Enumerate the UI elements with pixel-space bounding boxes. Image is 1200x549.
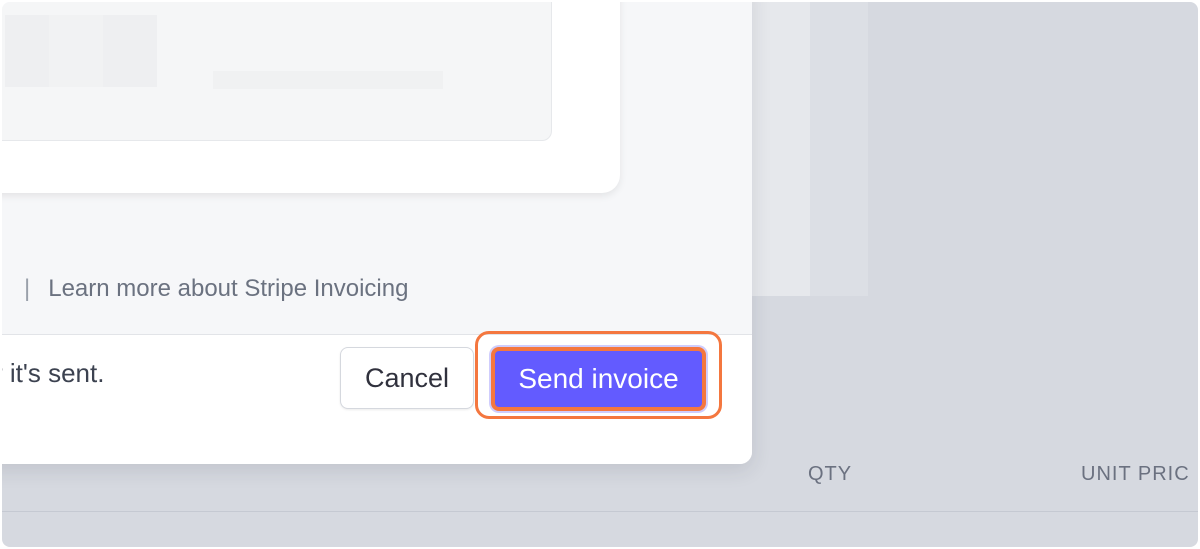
preview-placeholder — [5, 15, 49, 87]
table-divider — [2, 511, 1198, 512]
background-panel-shade — [810, 2, 868, 296]
modal-footer-links: | Learn more about Stripe Invoicing — [24, 275, 408, 303]
preview-placeholder — [49, 15, 103, 87]
invoice-preview-card — [2, 2, 620, 193]
send-note-text: r it's sent. — [2, 358, 105, 388]
table-header-qty: QTY — [808, 463, 853, 485]
link-separator: | — [24, 275, 31, 302]
background-panel — [748, 2, 812, 296]
cancel-button[interactable]: Cancel — [340, 347, 474, 409]
learn-more-stripe-invoicing-link[interactable]: Learn more about Stripe Invoicing — [48, 275, 408, 302]
app-window: QTY UNIT PRIC | Learn more about Stripe I… — [2, 2, 1198, 547]
invoice-preview-content — [2, 2, 552, 141]
preview-placeholder — [103, 15, 157, 87]
send-invoice-button[interactable]: Send invoice — [491, 347, 706, 411]
table-header-unit-price: UNIT PRIC — [1081, 463, 1190, 485]
send-invoice-modal: | Learn more about Stripe Invoicing r it'… — [2, 2, 752, 464]
modal-action-bar: r it's sent. Cancel Send invoice — [2, 331, 752, 464]
preview-placeholder — [213, 71, 443, 89]
